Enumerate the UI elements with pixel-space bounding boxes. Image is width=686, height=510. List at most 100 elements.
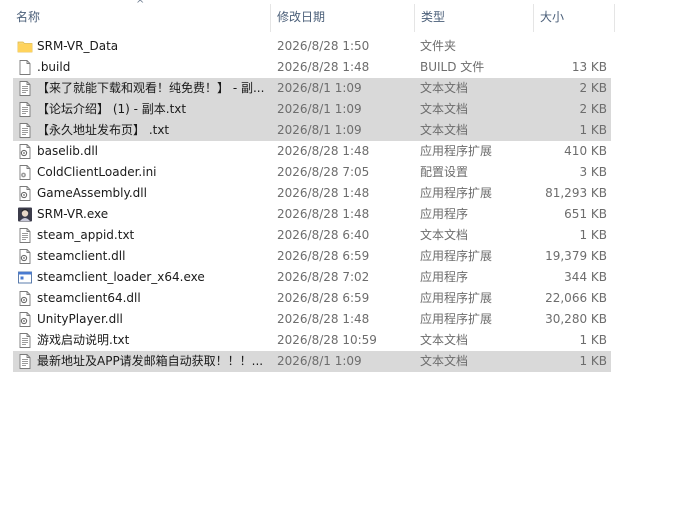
file-name: UnityPlayer.dll [37,312,123,326]
file-row[interactable]: 【来了就能下载和观看！纯免费！】 - 副... 2026/8/1 1:09 文本文档… [13,78,611,99]
file-row[interactable]: steamclient_loader_x64.exe 2026/8/28 7:02… [13,267,611,288]
dll-file-icon [17,311,33,328]
text-file-icon [17,80,33,97]
column-header-name[interactable]: 名称 [10,0,270,34]
text-file-icon [17,353,33,370]
file-name: 最新地址及APP请发邮箱自动获取！！！... [37,354,264,368]
file-row[interactable]: ColdClientLoader.ini 2026/8/28 7:05 配置设置 3 … [13,162,611,183]
file-modified-date: 2026/8/28 6:59 [277,249,370,263]
file-modified-date: 2026/8/1 1:09 [277,123,362,137]
file-size: 2 KB [579,81,607,95]
file-modified-date: 2026/8/28 7:05 [277,165,370,179]
file-size: 1 KB [579,333,607,347]
file-type: 应用程序扩展 [420,291,493,305]
file-name: 游戏启动说明.txt [37,333,130,347]
file-name: ColdClientLoader.ini [37,165,157,179]
file-type: 文本文档 [420,228,469,242]
settings-file-icon [17,164,33,181]
file-type: 应用程序扩展 [420,312,493,326]
file-type: 文本文档 [420,354,469,368]
file-type: 配置设置 [420,165,469,179]
file-size: 3 KB [579,165,607,179]
file-row[interactable]: 游戏启动说明.txt 2026/8/28 10:59 文本文档 1 KB [13,330,611,351]
file-modified-date: 2026/8/28 6:59 [277,291,370,305]
file-type: 文本文档 [420,333,469,347]
dll-file-icon [17,290,33,307]
file-size: 344 KB [564,270,607,284]
file-size: 1 KB [579,123,607,137]
file-row[interactable]: GameAssembly.dll 2026/8/28 1:48 应用程序扩展 81,2… [13,183,611,204]
file-type: 文本文档 [420,81,469,95]
file-row[interactable]: 【论坛介绍】 (1) - 副本.txt 2026/8/1 1:09 文本文档 2 KB [13,99,611,120]
text-file-icon [17,332,33,349]
dll-file-icon [17,143,33,160]
dll-file-icon [17,185,33,202]
file-type: 文本文档 [420,123,469,137]
column-header-date[interactable]: 修改日期 [271,0,414,34]
file-row[interactable]: 【永久地址发布页】 .txt 2026/8/1 1:09 文本文档 1 KB [13,120,611,141]
file-name: .build [37,60,71,74]
file-size: 410 KB [564,144,607,158]
file-name: steamclient_loader_x64.exe [37,270,205,284]
file-modified-date: 2026/8/28 1:48 [277,312,370,326]
file-size: 2 KB [579,102,607,116]
file-name: steamclient.dll [37,249,126,263]
file-row[interactable]: .build 2026/8/28 1:48 BUILD 文件 13 KB [13,57,611,78]
file-modified-date: 2026/8/28 1:48 [277,60,370,74]
file-type: 应用程序扩展 [420,144,493,158]
column-header-type[interactable]: 类型 [415,0,533,34]
file-row[interactable]: 最新地址及APP请发邮箱自动获取！！！... 2026/8/1 1:09 文本文档 1… [13,351,611,372]
file-modified-date: 2026/8/1 1:09 [277,102,362,116]
text-file-icon [17,227,33,244]
file-modified-date: 2026/8/28 6:40 [277,228,370,242]
text-file-icon [17,122,33,139]
file-size: 19,379 KB [545,249,607,263]
file-modified-date: 2026/8/28 1:48 [277,207,370,221]
file-modified-date: 2026/8/1 1:09 [277,354,362,368]
file-row[interactable]: UnityPlayer.dll 2026/8/28 1:48 应用程序扩展 30,28… [13,309,611,330]
dll-file-icon [17,248,33,265]
file-row[interactable]: steamclient.dll 2026/8/28 6:59 应用程序扩展 19,37… [13,246,611,267]
file-name: SRM-VR.exe [37,207,109,221]
file-row[interactable]: SRM-VR.exe 2026/8/28 1:48 应用程序 651 KB [13,204,611,225]
game-app-icon [17,206,33,223]
file-size: 651 KB [564,207,607,221]
file-size: 13 KB [571,60,607,74]
file-name: steam_appid.txt [37,228,135,242]
file-type: 文件夹 [420,39,457,53]
file-size [533,36,607,57]
file-row[interactable]: steam_appid.txt 2026/8/28 6:40 文本文档 1 KB [13,225,611,246]
file-name: 【来了就能下载和观看！纯免费！】 - 副... [37,81,265,95]
file-modified-date: 2026/8/28 10:59 [277,333,377,347]
file-modified-date: 2026/8/28 1:48 [277,186,370,200]
file-modified-date: 2026/8/28 1:50 [277,39,370,53]
file-row[interactable]: SRM-VR_Data 2026/8/28 1:50 文件夹 [13,36,611,57]
file-size: 22,066 KB [545,291,607,305]
column-divider[interactable] [614,4,615,32]
file-type: 应用程序扩展 [420,186,493,200]
file-type: 应用程序扩展 [420,249,493,263]
exe-window-icon [17,269,33,286]
file-name: 【永久地址发布页】 .txt [37,123,170,137]
file-modified-date: 2026/8/28 7:02 [277,270,370,284]
column-header-bar: ^ 名称 修改日期 类型 大小 [0,0,616,34]
file-type: BUILD 文件 [420,60,485,74]
file-icon [17,59,33,76]
file-size: 1 KB [579,354,607,368]
file-type: 应用程序 [420,270,469,284]
file-row[interactable]: steamclient64.dll 2026/8/28 6:59 应用程序扩展 22,… [13,288,611,309]
text-file-icon [17,101,33,118]
file-name: GameAssembly.dll [37,186,147,200]
file-size: 81,293 KB [545,186,607,200]
file-name: 【论坛介绍】 (1) - 副本.txt [37,102,187,116]
file-row[interactable]: baselib.dll 2026/8/28 1:48 应用程序扩展 410 KB [13,141,611,162]
file-name: steamclient64.dll [37,291,141,305]
file-type: 文本文档 [420,102,469,116]
file-modified-date: 2026/8/28 1:48 [277,144,370,158]
file-type: 应用程序 [420,207,469,221]
folder-icon [17,38,33,55]
file-name: SRM-VR_Data [37,39,119,53]
file-name: baselib.dll [37,144,98,158]
column-header-size[interactable]: 大小 [534,0,614,34]
file-size: 30,280 KB [545,312,607,326]
